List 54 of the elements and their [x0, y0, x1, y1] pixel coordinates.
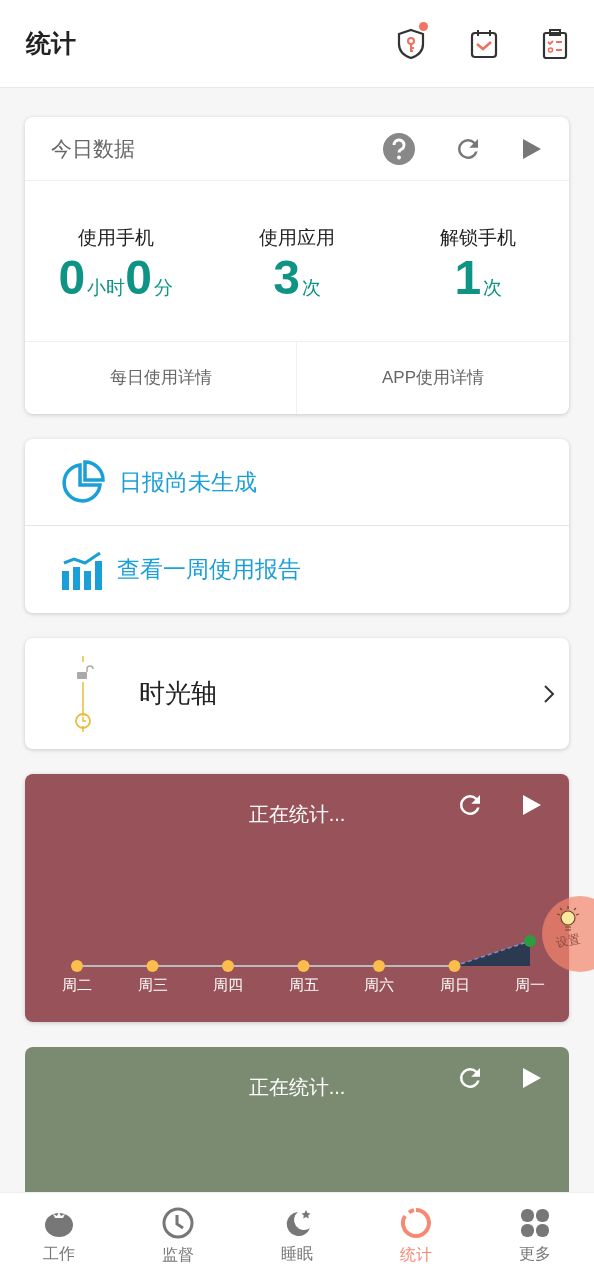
- timeline-card[interactable]: 时光轴: [25, 638, 569, 749]
- chart-point: [297, 960, 310, 972]
- nav-tab[interactable]: 睡眠: [237, 1193, 357, 1280]
- day-label: 周日: [439, 975, 470, 995]
- stat-label: 使用应用: [259, 225, 335, 250]
- stat-unit: 分: [153, 276, 173, 301]
- chart-point: [448, 960, 461, 972]
- chart-point: [524, 935, 536, 947]
- nav-tab[interactable]: 更多: [475, 1193, 594, 1280]
- play-icon[interactable]: [521, 136, 543, 161]
- status-text: 正在统计...: [248, 802, 346, 827]
- lightbulb-icon: [555, 906, 581, 932]
- stat-label: 解锁手机: [440, 225, 517, 250]
- shield-key-icon[interactable]: [396, 27, 426, 60]
- pie-chart-icon: [61, 460, 105, 504]
- nav-tab[interactable]: 监督: [118, 1193, 238, 1280]
- report-link[interactable]: 查看一周使用报告: [117, 552, 301, 587]
- chart-point: [146, 960, 159, 972]
- stat-value: 1: [454, 250, 482, 307]
- report-link[interactable]: 日报尚未生成: [119, 464, 257, 500]
- stat-value: 0: [58, 250, 86, 307]
- status-text: 正在统计...: [248, 1075, 346, 1100]
- stat-unit: 小时: [87, 277, 126, 301]
- help-icon[interactable]: [383, 132, 415, 165]
- stat-value: 3: [273, 250, 300, 307]
- details-link[interactable]: APP使用详情: [297, 342, 569, 414]
- day-label: 周五: [288, 975, 319, 995]
- day-label: 周四: [213, 975, 243, 995]
- nav-tab[interactable]: 工作: [0, 1193, 119, 1280]
- card-title: 今日数据: [51, 135, 135, 162]
- chart-point: [373, 960, 385, 972]
- day-label: 周一: [515, 975, 545, 995]
- bubble-label: 设置: [554, 930, 582, 953]
- play-icon[interactable]: [521, 1066, 543, 1090]
- nav-tab[interactable]: 统计: [356, 1193, 476, 1280]
- details-link[interactable]: 每日使用详情: [25, 342, 297, 414]
- chevron-right-icon: [543, 683, 555, 704]
- stat-unit: 次: [483, 276, 503, 301]
- stat-value: 0: [125, 250, 152, 307]
- chart-point: [71, 960, 83, 972]
- calendar-check-icon[interactable]: [470, 28, 498, 59]
- chart-point: [222, 960, 234, 972]
- play-icon[interactable]: [521, 793, 543, 817]
- ring-icon: [399, 1206, 432, 1239]
- stat-unit: 次: [301, 276, 321, 301]
- day-label: 周三: [137, 975, 168, 995]
- timeline-label: 时光轴: [139, 677, 217, 710]
- day-label: 周二: [62, 975, 92, 995]
- clover-icon: [519, 1207, 550, 1238]
- page-title: 统计: [26, 27, 76, 59]
- clipboard-list-icon[interactable]: [542, 28, 568, 59]
- day-label: 周六: [364, 975, 394, 995]
- clock-icon: [162, 1206, 195, 1239]
- stat-label: 使用手机: [77, 225, 154, 250]
